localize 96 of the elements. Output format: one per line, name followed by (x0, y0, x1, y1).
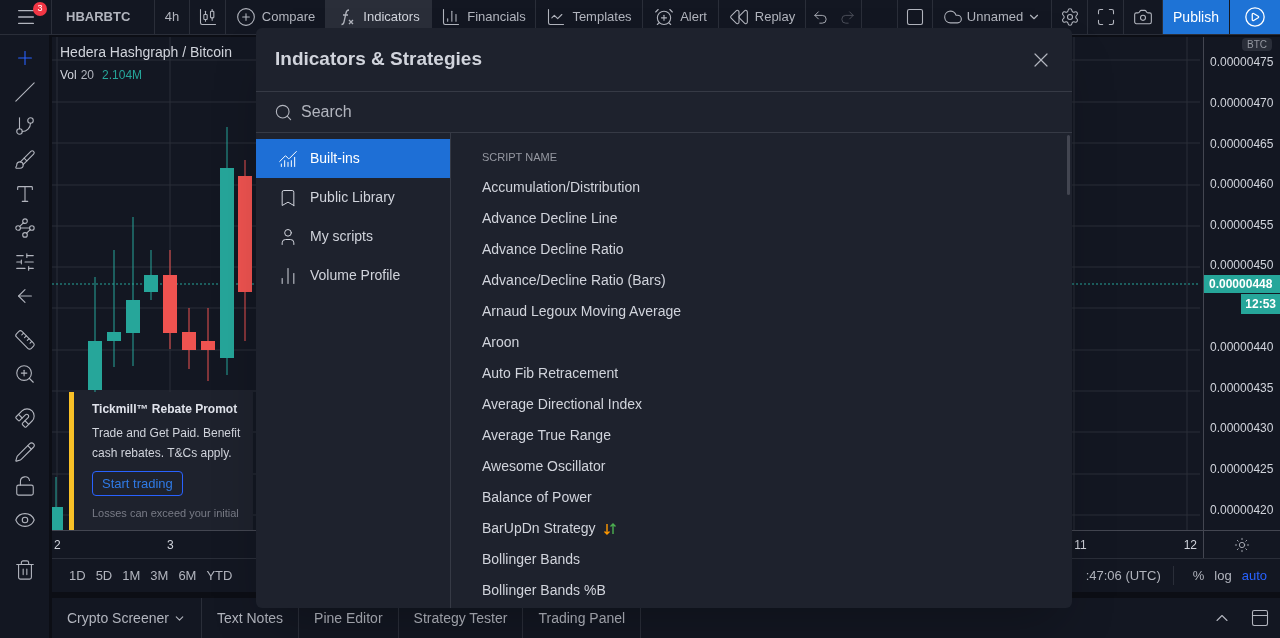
time-label: 12 (1183, 536, 1197, 554)
category-item[interactable]: Built-ins (256, 139, 450, 178)
script-item[interactable]: BarUpDn Strategy (482, 513, 617, 544)
plus-circle-icon (235, 7, 256, 27)
symbol-button[interactable]: HBARBTC (52, 0, 155, 34)
range-button[interactable]: 5D (90, 565, 118, 586)
search-icon (274, 102, 293, 122)
script-item[interactable]: Advance Decline Ratio (482, 234, 624, 265)
category-item[interactable]: Volume Profile (256, 256, 450, 295)
trash-icon (13, 559, 36, 581)
time-label: 2 (53, 536, 62, 554)
play-icon (1244, 6, 1266, 28)
script-item[interactable]: Balance of Power (482, 482, 592, 513)
interval-button[interactable]: 4h (155, 0, 190, 34)
dialog-title: Indicators & Strategies (275, 47, 482, 72)
line-chart-icon (546, 7, 567, 27)
range-button[interactable]: YTD (201, 565, 238, 586)
scale-toggle[interactable]: % (1187, 565, 1210, 586)
candle (182, 307, 196, 370)
strategy-arrows-icon (602, 522, 617, 535)
column-header: SCRIPT NAME (482, 149, 557, 165)
start-trading-button[interactable]: Start trading (92, 471, 183, 496)
sun-icon (1234, 536, 1250, 553)
script-item[interactable]: Awesome Oscillator (482, 451, 606, 482)
volume-label: Vol (60, 67, 77, 84)
range-button[interactable]: 6M (173, 565, 202, 586)
price-label: 0.00000430 (1210, 420, 1274, 438)
time-display: :47:06 (UTC) (1085, 565, 1174, 586)
currency-tag: BTC (1242, 38, 1272, 51)
candlestick-icon (197, 7, 218, 27)
volume-length: 20 (80, 67, 95, 84)
time-label: 11 (1074, 536, 1087, 554)
panel-tab[interactable]: Crypto Screener (52, 598, 202, 638)
script-item[interactable]: Advance Decline Line (482, 203, 618, 234)
range-button[interactable]: 1M (117, 565, 146, 586)
price-label: 0.00000420 (1210, 501, 1274, 519)
fullscreen-icon (1095, 7, 1116, 27)
brush-icon (13, 149, 36, 171)
sliders-icon (13, 251, 36, 273)
price-label: 0.00000475 (1210, 54, 1274, 72)
time-label: 3 (166, 536, 174, 554)
notification-badge: 3 (33, 2, 47, 16)
pencil-icon (13, 441, 36, 463)
alarm-clock-icon (654, 7, 675, 27)
price-label: 0.00000455 (1210, 216, 1274, 234)
undo-icon (811, 8, 829, 26)
promo-text: cash rebates. T&Cs apply. (92, 445, 233, 462)
risk-disclaimer: Losses can exceed your initial (92, 506, 240, 521)
chart-title: Hedera Hashgraph / Bitcoin (60, 43, 232, 62)
range-button[interactable]: 3M (145, 565, 174, 586)
script-item[interactable]: Bollinger Bands (482, 544, 581, 575)
script-item[interactable]: Accumulation/Distribution (482, 172, 640, 203)
bar-countdown: 12:53 (1241, 294, 1280, 314)
promo-text: Trade and Get Paid. Benefit (92, 425, 242, 442)
publish-button[interactable]: Publish (1163, 0, 1230, 34)
price-label: 0.00000470 (1210, 94, 1274, 112)
zoom-in-icon (13, 363, 36, 385)
chart-icon (278, 148, 298, 169)
branch-icon (13, 115, 36, 137)
script-item[interactable]: Aroon (482, 327, 520, 358)
bar-chart-icon (441, 7, 462, 27)
range-button[interactable]: 1D (64, 565, 91, 586)
ruler-icon (13, 329, 36, 351)
rewind-icon (728, 7, 749, 27)
square-icon (905, 7, 925, 27)
price-label: 0.00000425 (1210, 461, 1274, 479)
script-item[interactable]: Auto Fib Retracement (482, 358, 619, 389)
scrollbar[interactable] (1067, 135, 1070, 195)
line-icon (13, 81, 36, 103)
settings-icon (1059, 7, 1080, 27)
nodes-icon (13, 217, 36, 239)
price-label: 0.00000465 (1210, 135, 1274, 153)
panel-icon (1250, 608, 1270, 628)
price-label: 0.00000450 (1210, 257, 1274, 275)
search-field[interactable]: Search (301, 100, 1054, 124)
magnet-icon (13, 407, 36, 429)
volume-value: 2.104M (102, 67, 143, 84)
camera-icon (1133, 7, 1153, 27)
candle (144, 249, 158, 301)
unlock-icon (13, 475, 36, 497)
price-label: 0.00000440 (1210, 339, 1274, 357)
scale-toggle[interactable]: auto (1236, 565, 1272, 586)
script-item[interactable]: Average True Range (482, 420, 611, 451)
price-label: 0.00000460 (1210, 176, 1274, 194)
script-item[interactable]: Advance/Decline Ratio (Bars) (482, 265, 666, 296)
category-item[interactable]: My scripts (256, 217, 450, 256)
category-item[interactable]: Public Library (256, 178, 450, 217)
script-item[interactable]: Arnaud Legoux Moving Average (482, 296, 681, 327)
last-price-badge: 0.00000448 (1204, 275, 1280, 293)
script-item[interactable]: Average Directional Index (482, 389, 643, 420)
play-button[interactable] (1230, 0, 1280, 34)
price-label: 0.00000435 (1210, 379, 1274, 397)
scale-toggle[interactable]: log (1209, 565, 1237, 586)
candle (52, 476, 63, 530)
redo-icon (839, 8, 856, 26)
promo-title: Tickmill™ Rebate Promot (92, 401, 239, 418)
